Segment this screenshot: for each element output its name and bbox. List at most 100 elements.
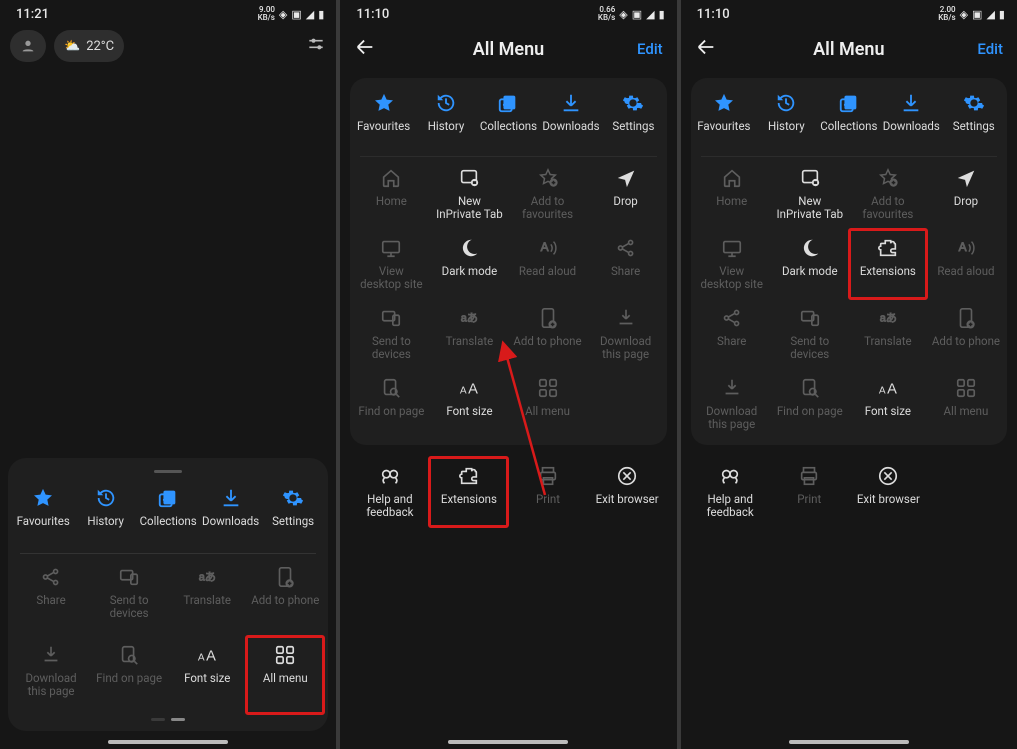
share-button[interactable]: Share (587, 229, 665, 299)
status-bar: 11:10 2.00KB/s ◈▣◢▮ (681, 0, 1017, 26)
favourites-button[interactable]: Favourites (693, 84, 755, 154)
translate-button[interactable]: Translate (849, 299, 927, 369)
add-to-phone-icon (274, 566, 296, 588)
downloads-button[interactable]: Downloads (880, 84, 942, 154)
back-button[interactable] (354, 36, 376, 63)
history-button[interactable]: History (415, 84, 477, 154)
share-button[interactable]: Share (693, 299, 771, 369)
translate-button[interactable]: Translate (168, 558, 246, 636)
translate-icon (196, 566, 218, 588)
add-to-phone-button[interactable]: Add to phone (246, 558, 324, 636)
send-to-devices-button[interactable]: Send to devices (352, 299, 430, 369)
download-page-button[interactable]: Download this page (12, 636, 90, 714)
translate-icon (877, 307, 899, 329)
all-menu-button[interactable]: All menu (246, 636, 324, 714)
history-button[interactable]: History (755, 84, 817, 154)
download-page-button[interactable]: Download this page (587, 299, 665, 369)
print-button[interactable]: Print (770, 457, 849, 527)
gear-icon (282, 487, 304, 509)
devices-icon (380, 307, 402, 329)
view-desktop-button[interactable]: View desktop site (352, 229, 430, 299)
weather-icon: ⛅ (64, 39, 80, 54)
downloads-button[interactable]: Downloads (199, 479, 261, 549)
print-icon (798, 465, 820, 487)
add-to-phone-button[interactable]: Add to phone (927, 299, 1005, 369)
share-icon (721, 307, 743, 329)
all-menu-button[interactable]: All menu (508, 369, 586, 439)
bottom-drawer[interactable]: Favourites History Collections Downloads… (8, 458, 328, 731)
drop-button[interactable]: Drop (587, 159, 665, 229)
send-to-devices-button[interactable]: Send to devices (771, 299, 849, 369)
translate-button[interactable]: Translate (430, 299, 508, 369)
find-on-page-button[interactable]: Find on page (352, 369, 430, 439)
weather-temp: 22°C (86, 39, 114, 54)
menu-card: Favourites History Collections Downloads… (691, 78, 1007, 445)
exit-browser-button[interactable]: Exit browser (849, 457, 928, 527)
print-button[interactable]: Print (508, 457, 587, 527)
font-size-button[interactable]: Font size (849, 369, 927, 439)
view-desktop-button[interactable]: View desktop site (693, 229, 771, 299)
add-to-phone-button[interactable]: Add to phone (508, 299, 586, 369)
find-on-page-icon (118, 644, 140, 666)
download-page-button[interactable]: Download this page (693, 369, 771, 439)
vpn-icon: ▣ (291, 8, 301, 21)
send-to-devices-button[interactable]: Send to devices (90, 558, 168, 636)
find-on-page-button[interactable]: Find on page (90, 636, 168, 714)
drawer-handle[interactable] (154, 470, 182, 473)
favourites-button[interactable]: Favourites (352, 84, 414, 154)
settings-button[interactable]: Settings (602, 84, 664, 154)
download-icon (560, 92, 582, 114)
devices-icon (118, 566, 140, 588)
download-icon (900, 92, 922, 114)
settings-button[interactable]: Settings (262, 479, 324, 549)
read-aloud-button[interactable]: Read aloud (508, 229, 586, 299)
font-size-button[interactable]: Font size (168, 636, 246, 714)
all-menu-button[interactable]: All menu (927, 369, 1005, 439)
read-aloud-icon (537, 237, 559, 259)
inprivate-tab-button[interactable]: New InPrivate Tab (430, 159, 508, 229)
pager-dots (12, 718, 324, 721)
collections-button[interactable]: Collections (477, 84, 539, 154)
extensions-button[interactable]: Extensions (849, 229, 927, 299)
dark-mode-button[interactable]: Dark mode (430, 229, 508, 299)
back-button[interactable] (695, 36, 717, 63)
history-button[interactable]: History (74, 479, 136, 549)
drop-button[interactable]: Drop (927, 159, 1005, 229)
extensions-button[interactable]: Extensions (429, 457, 508, 527)
home-button[interactable]: Home (693, 159, 771, 229)
share-icon (615, 237, 637, 259)
help-feedback-button[interactable]: Help and feedback (691, 457, 770, 527)
account-pill[interactable] (10, 30, 46, 62)
edit-button[interactable]: Edit (977, 40, 1003, 58)
dark-mode-button[interactable]: Dark mode (771, 229, 849, 299)
top-bar: ⛅ 22°C (0, 26, 336, 66)
help-feedback-button[interactable]: Help and feedback (350, 457, 429, 527)
collections-button[interactable]: Collections (137, 479, 199, 549)
screenshot-panel-3: 11:10 2.00KB/s ◈▣◢▮ All Menu Edit Favour… (681, 0, 1017, 749)
favourites-button[interactable]: Favourites (12, 479, 74, 549)
download-icon (220, 487, 242, 509)
edit-button[interactable]: Edit (637, 40, 663, 58)
home-button[interactable]: Home (352, 159, 430, 229)
read-aloud-button[interactable]: Read aloud (927, 229, 1005, 299)
inprivate-tab-button[interactable]: New InPrivate Tab (771, 159, 849, 229)
share-button[interactable]: Share (12, 558, 90, 636)
nav-indicator[interactable] (789, 740, 909, 744)
weather-pill[interactable]: ⛅ 22°C (54, 30, 124, 62)
page-title: All Menu (473, 39, 544, 60)
font-size-icon (877, 377, 899, 399)
gear-icon (622, 92, 644, 114)
collections-button[interactable]: Collections (818, 84, 880, 154)
add-to-favourites-button[interactable]: Add to favourites (849, 159, 927, 229)
nav-indicator[interactable] (108, 740, 228, 744)
settings-button[interactable]: Settings (943, 84, 1005, 154)
settings-sliders-icon[interactable] (306, 34, 326, 58)
inprivate-icon (458, 167, 480, 189)
font-size-button[interactable]: Font size (430, 369, 508, 439)
add-to-favourites-button[interactable]: Add to favourites (508, 159, 586, 229)
find-on-page-button[interactable]: Find on page (771, 369, 849, 439)
nav-indicator[interactable] (448, 740, 568, 744)
downloads-button[interactable]: Downloads (540, 84, 602, 154)
exit-browser-button[interactable]: Exit browser (588, 457, 667, 527)
devices-icon (799, 307, 821, 329)
